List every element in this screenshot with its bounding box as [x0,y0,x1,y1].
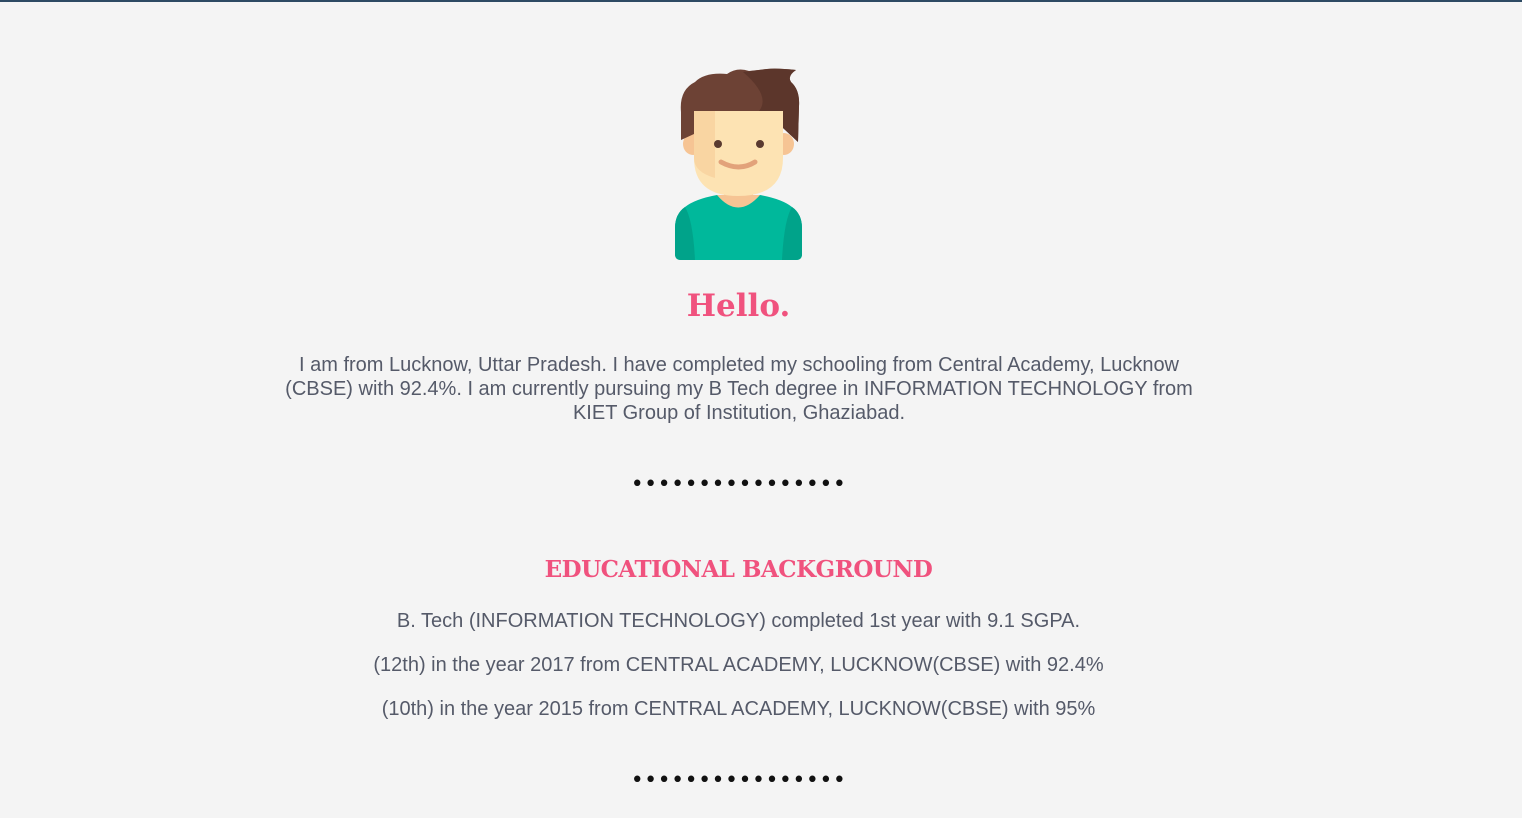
greeting-heading: Hello. [686,288,791,324]
intro-paragraph: I am from Lucknow, Uttar Pradesh. I have… [285,354,1193,424]
education-item: (12th) in the year 2017 from CENTRAL ACA… [373,654,1104,676]
section-title-education: EDUCATIONAL BACKGROUND [544,556,933,583]
boy-avatar-icon [675,68,802,260]
dotted-divider: •••••••••••••••• [630,472,847,497]
education-item: B. Tech (INFORMATION TECHNOLOGY) complet… [396,610,1081,632]
dotted-divider: •••••••••••••••• [630,768,847,793]
top-border [0,0,1522,2]
education-item: (10th) in the year 2015 from CENTRAL ACA… [381,698,1096,720]
